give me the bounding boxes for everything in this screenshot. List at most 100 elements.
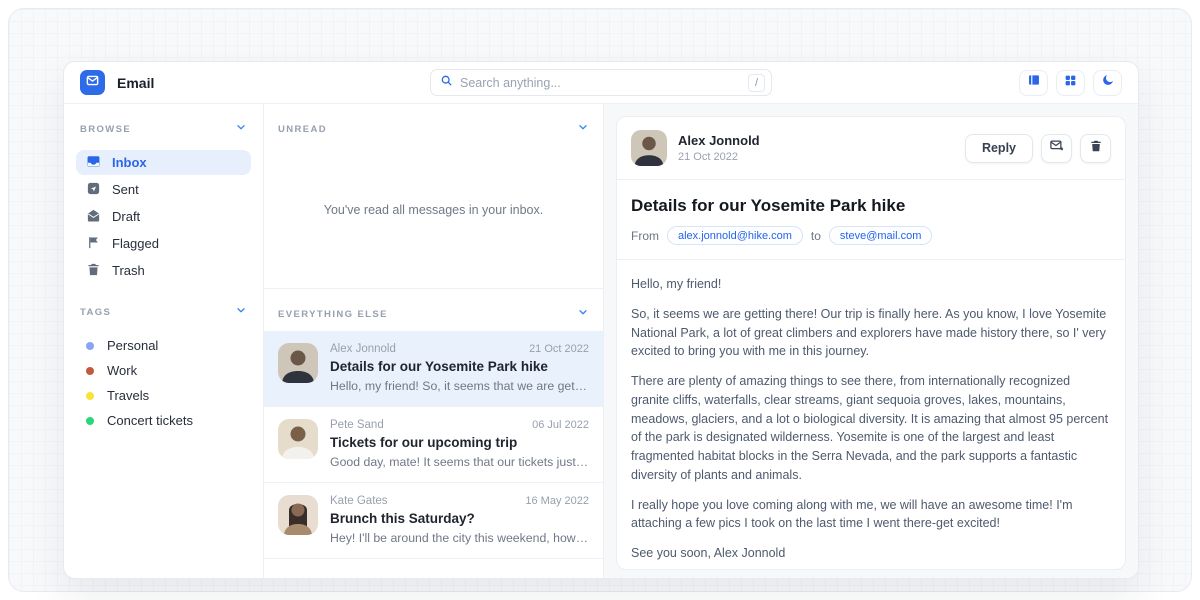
browse-nav: Inbox Sent Draft (76, 150, 251, 283)
tag-item-travels[interactable]: Travels (76, 383, 251, 408)
search-shortcut-badge: / (748, 74, 765, 92)
everything-else-section-header: EVERYTHING ELSE (264, 289, 603, 331)
flag-icon (86, 235, 101, 253)
email-preview: Hello, my friend! So, it seems that we a… (330, 379, 589, 393)
tag-label: Work (107, 363, 137, 378)
header-actions (1019, 70, 1122, 96)
sidebar-item-flagged[interactable]: Flagged (76, 231, 251, 256)
body-paragraph: There are plenty of amazing things to se… (631, 372, 1111, 485)
avatar (278, 343, 318, 383)
to-label: to (811, 229, 821, 243)
sidebar-item-label: Flagged (112, 236, 159, 251)
unread-empty-state: You've read all messages in your inbox. (264, 146, 603, 274)
tag-color-dot (86, 392, 94, 400)
email-subject: Details for our Yosemite Park hike (330, 359, 589, 374)
chevron-down-icon[interactable] (235, 120, 247, 138)
email-list-column: UNREAD You've read all messages in your … (264, 104, 604, 578)
reading-list-button[interactable] (1019, 70, 1048, 96)
forward-email-button[interactable] (1041, 134, 1072, 163)
email-list-item-alex[interactable]: Alex Jonnold 21 Oct 2022 Details for our… (264, 331, 603, 407)
search-icon (440, 74, 453, 92)
email-sender: Pete Sand (330, 419, 384, 431)
email-date: 16 May 2022 (525, 495, 589, 507)
app-header: Email / (64, 62, 1138, 104)
tags-nav: Personal Work Travels Concert tickets (76, 333, 251, 433)
sidebar-item-draft[interactable]: Draft (76, 204, 251, 229)
sidebar-item-label: Trash (112, 263, 145, 278)
body-paragraph: Hello, my friend! (631, 275, 1111, 294)
detail-header: Alex Jonnold 21 Oct 2022 Reply (617, 117, 1125, 180)
chevron-down-icon[interactable] (577, 305, 589, 323)
email-detail-column: Alex Jonnold 21 Oct 2022 Reply (604, 104, 1138, 578)
app-body: BROWSE Inbox Sent (64, 104, 1138, 578)
sidebar-item-label: Sent (112, 182, 139, 197)
email-list-item-kate[interactable]: Kate Gates 16 May 2022 Brunch this Satur… (264, 483, 603, 559)
trash-icon (1089, 139, 1103, 158)
to-email-chip[interactable]: steve@mail.com (829, 226, 932, 245)
detail-sender-name: Alex Jonnold (678, 133, 760, 148)
chevron-down-icon[interactable] (577, 120, 589, 138)
from-email-chip[interactable]: alex.jonnold@hike.com (667, 226, 803, 245)
from-label: From (631, 229, 659, 243)
tag-label: Personal (107, 338, 158, 353)
sidebar-item-sent[interactable]: Sent (76, 177, 251, 202)
avatar (278, 495, 318, 535)
grid-icon (1064, 74, 1077, 92)
email-detail-card: Alex Jonnold 21 Oct 2022 Reply (616, 116, 1126, 570)
sidebar-item-label: Inbox (112, 155, 147, 170)
moon-icon (1101, 73, 1115, 92)
sidebar: BROWSE Inbox Sent (64, 104, 264, 578)
body-paragraph: So, it seems we are getting there! Our t… (631, 305, 1111, 361)
tag-label: Travels (107, 388, 149, 403)
detail-subject: Details for our Yosemite Park hike (617, 180, 1125, 216)
detail-date: 21 Oct 2022 (678, 151, 760, 163)
email-preview: Good day, mate! It seems that our ticket… (330, 455, 589, 469)
tag-label: Concert tickets (107, 413, 193, 428)
unread-section-header: UNREAD (264, 104, 603, 146)
chevron-down-icon[interactable] (235, 303, 247, 321)
dark-mode-button[interactable] (1093, 70, 1122, 96)
envelope-forward-icon (1049, 138, 1064, 158)
sidebar-item-trash[interactable]: Trash (76, 258, 251, 283)
body-paragraph: See you soon, Alex Jonnold (631, 544, 1111, 563)
email-list-item-pete[interactable]: Pete Sand 06 Jul 2022 Tickets for our up… (264, 407, 603, 483)
delete-email-button[interactable] (1080, 134, 1111, 163)
everything-else-section-title: EVERYTHING ELSE (278, 309, 388, 320)
tag-color-dot (86, 342, 94, 350)
trash-icon (86, 262, 101, 280)
envelope-icon (86, 74, 99, 92)
email-preview: Hey! I'll be around the city this weeken… (330, 531, 589, 545)
tag-item-personal[interactable]: Personal (76, 333, 251, 358)
sidebar-item-inbox[interactable]: Inbox (76, 150, 251, 175)
tag-item-work[interactable]: Work (76, 358, 251, 383)
detail-sender-block: Alex Jonnold 21 Oct 2022 (678, 133, 760, 163)
tags-section-header: TAGS (76, 301, 251, 323)
email-subject: Brunch this Saturday? (330, 511, 589, 526)
sidebar-item-label: Draft (112, 209, 140, 224)
tag-color-dot (86, 367, 94, 375)
search-input[interactable] (460, 76, 741, 90)
apps-grid-button[interactable] (1056, 70, 1085, 96)
app-title: Email (117, 75, 154, 91)
email-date: 21 Oct 2022 (529, 343, 589, 355)
body-paragraph: I really hope you love coming along with… (631, 496, 1111, 534)
unread-section-title: UNREAD (278, 124, 327, 135)
email-logo (80, 70, 105, 95)
detail-actions: Reply (965, 134, 1111, 163)
tags-section: TAGS Personal Work (76, 301, 251, 433)
tag-color-dot (86, 417, 94, 425)
tag-item-concert-tickets[interactable]: Concert tickets (76, 408, 251, 433)
reply-button[interactable]: Reply (965, 134, 1033, 163)
sent-icon (86, 181, 101, 199)
email-summary: Alex Jonnold 21 Oct 2022 Details for our… (330, 343, 589, 393)
email-app-window: Email / (63, 61, 1139, 579)
email-summary: Pete Sand 06 Jul 2022 Tickets for our up… (330, 419, 589, 469)
book-icon (1027, 73, 1041, 92)
tags-section-title: TAGS (80, 307, 111, 318)
browse-section-title: BROWSE (80, 124, 131, 135)
unread-empty-message: You've read all messages in your inbox. (324, 203, 543, 217)
from-to-row: From alex.jonnold@hike.com to steve@mail… (617, 216, 1125, 260)
email-subject: Tickets for our upcoming trip (330, 435, 589, 450)
inbox-icon (86, 154, 101, 172)
search-bar[interactable]: / (430, 69, 772, 96)
